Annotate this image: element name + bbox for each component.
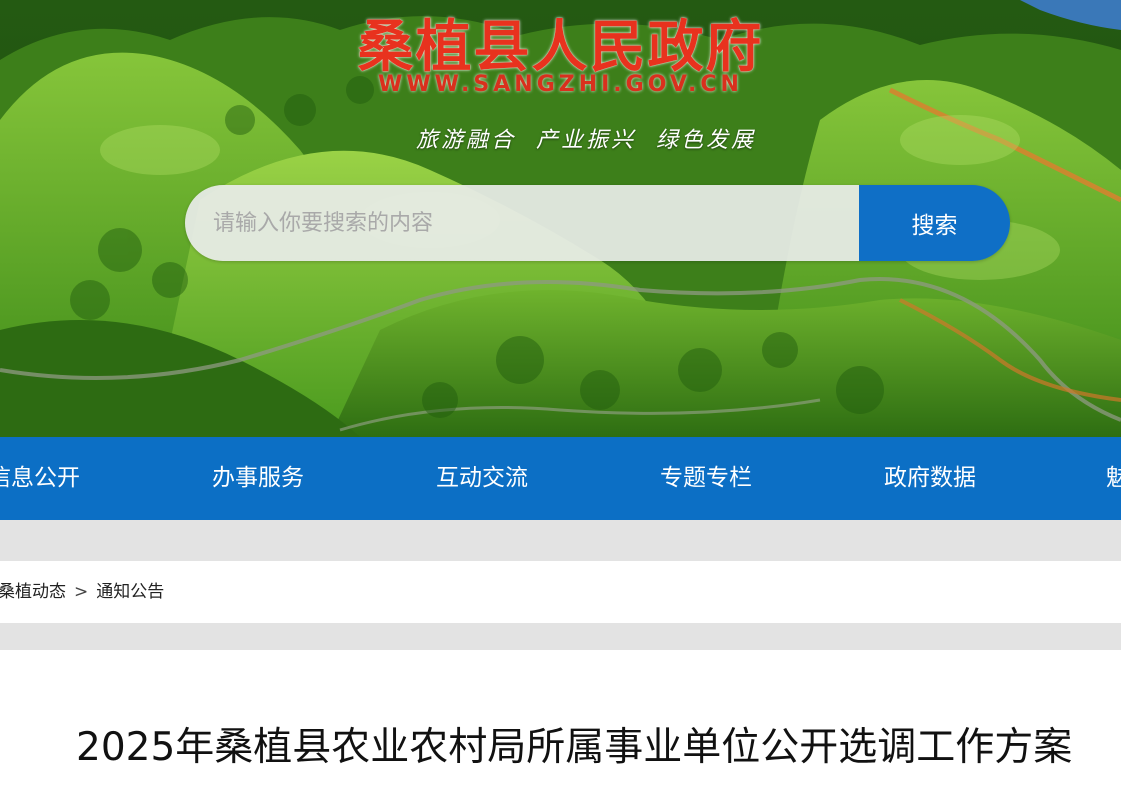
article-title: 2025年桑植县农业农村局所属事业单位公开选调工作方案	[76, 725, 1073, 770]
site-slogan: 旅游融合 产业振兴 绿色发展	[416, 128, 756, 153]
nav-item-info-disclosure[interactable]: 信息公开	[0, 437, 80, 520]
breadcrumb: 桑植动态 > 通知公告	[0, 561, 164, 623]
breadcrumb-separator: >	[74, 582, 89, 602]
search-box: 搜索	[185, 185, 1010, 261]
site-url: WWW.SANGZHI.GOV.CN	[378, 72, 743, 97]
divider-strip	[0, 623, 1121, 650]
breadcrumb-bar: 桑植动态 > 通知公告	[0, 561, 1121, 623]
nav-item-interaction[interactable]: 互动交流	[436, 437, 528, 520]
nav-item-special-topics[interactable]: 专题专栏	[660, 437, 752, 520]
search-input[interactable]	[185, 185, 859, 261]
breadcrumb-item-notices[interactable]: 通知公告	[96, 582, 164, 602]
main-nav: 信息公开 办事服务 互动交流 专题专栏 政府数据 魅	[0, 437, 1121, 520]
breadcrumb-item-sangzhi-news[interactable]: 桑植动态	[0, 582, 66, 602]
nav-item-gov-data[interactable]: 政府数据	[884, 437, 976, 520]
search-button[interactable]: 搜索	[859, 185, 1010, 261]
page: 桑植县人民政府 WWW.SANGZHI.GOV.CN 旅游融合 产业振兴 绿色发…	[0, 0, 1121, 792]
divider-strip	[0, 520, 1121, 561]
nav-item-charm[interactable]: 魅	[1106, 437, 1121, 520]
site-title: 桑植县人民政府	[357, 14, 764, 80]
nav-item-services[interactable]: 办事服务	[212, 437, 304, 520]
header-banner: 桑植县人民政府 WWW.SANGZHI.GOV.CN 旅游融合 产业振兴 绿色发…	[0, 0, 1121, 437]
